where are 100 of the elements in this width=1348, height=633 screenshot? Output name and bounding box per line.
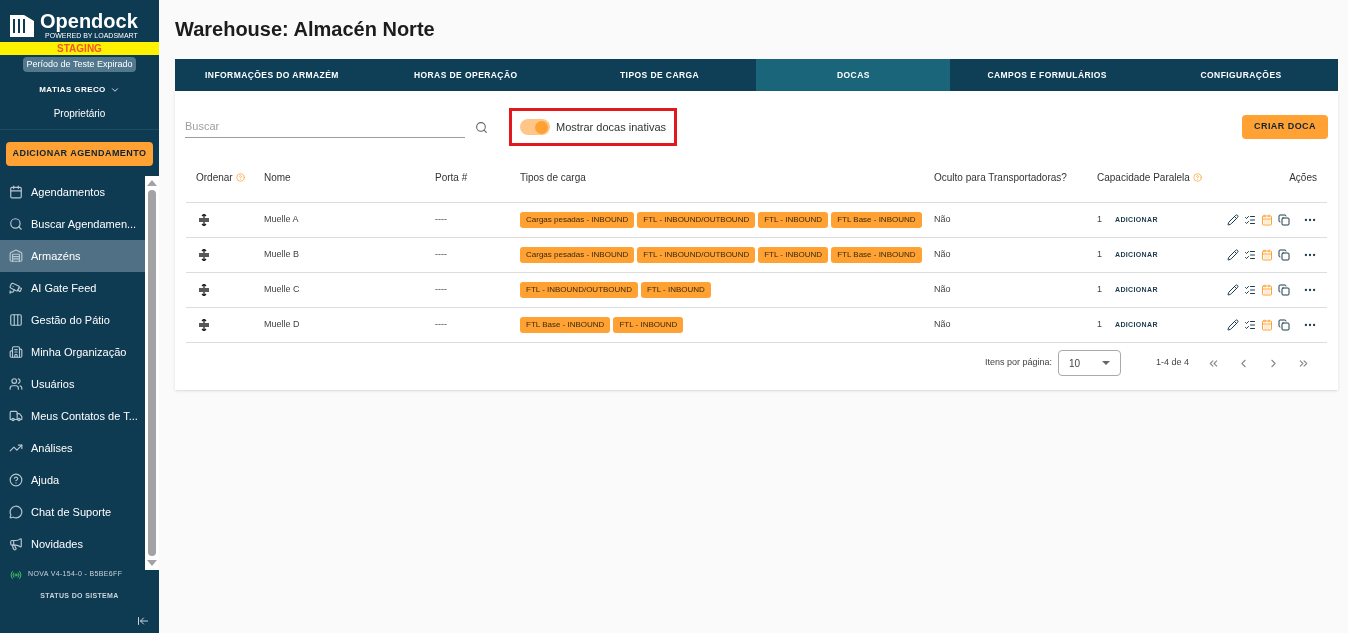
hidden-value: Não xyxy=(934,283,952,297)
items-per-page-label: Itens por página: xyxy=(984,356,1052,370)
nav-item[interactable]: AI Gate Feed xyxy=(0,272,145,304)
load-type-tag: FTL Base - INBOUND xyxy=(831,247,922,263)
edit-icon[interactable] xyxy=(1227,214,1239,226)
capacity-value: 1 xyxy=(1097,283,1102,297)
scroll-thumb[interactable] xyxy=(148,190,156,556)
dock-name: Muelle B xyxy=(264,248,300,262)
truck-icon xyxy=(9,409,23,423)
nav-item[interactable]: Usuários xyxy=(0,368,145,400)
capacity-value: 1 xyxy=(1097,318,1102,332)
page-range: 1-4 de 4 xyxy=(1155,356,1189,370)
scroll-up-icon xyxy=(147,179,157,187)
hidden-value: Não xyxy=(934,213,952,227)
dock-name: Muelle D xyxy=(264,318,301,332)
column-header: Oculto para Transportadoras? xyxy=(934,171,1067,185)
load-type-tag: FTL Base - INBOUND xyxy=(831,212,922,228)
door-number: ---- xyxy=(435,213,448,227)
nav-item[interactable]: Chat de Suporte xyxy=(0,496,145,528)
load-type-tag: FTL - INBOUND/OUTBOUND xyxy=(520,282,638,298)
list-icon[interactable] xyxy=(1244,249,1256,261)
signal-icon xyxy=(10,568,22,581)
hidden-value: Não xyxy=(934,318,952,332)
user-role: Proprietário xyxy=(52,107,107,121)
tab[interactable]: HORAS DE OPERAÇÃO xyxy=(368,59,563,91)
camera-icon xyxy=(9,281,23,295)
door-number: ---- xyxy=(435,248,448,262)
megaphone-icon xyxy=(9,537,23,551)
nav-item[interactable]: Agendamentos xyxy=(0,176,145,208)
edit-icon[interactable] xyxy=(1227,284,1239,296)
drag-handle-icon[interactable] xyxy=(198,284,210,296)
copy-icon[interactable] xyxy=(1278,214,1290,226)
dropdown-icon xyxy=(1101,361,1110,365)
help-icon xyxy=(9,473,23,487)
dock-name: Muelle A xyxy=(264,213,300,227)
nav-item[interactable]: Ajuda xyxy=(0,464,145,496)
nav-item[interactable]: Buscar Agendamen... xyxy=(0,208,145,240)
user-menu[interactable]: MATIAS GRECO xyxy=(39,84,120,96)
chevron-down-icon xyxy=(109,85,120,95)
drag-handle-icon[interactable] xyxy=(198,249,210,261)
tab[interactable]: TIPOS DE CARGA xyxy=(562,59,757,91)
columns-icon xyxy=(9,313,23,327)
tab[interactable]: CONFIGURAÇÕES xyxy=(1144,59,1338,91)
nav-item[interactable]: Meus Contatos de T... xyxy=(0,400,145,432)
column-header: Ordenar xyxy=(196,171,233,185)
page-title: Warehouse: Almacén Norte xyxy=(175,17,436,42)
capacity-value: 1 xyxy=(1097,248,1102,262)
drag-handle-icon[interactable] xyxy=(198,319,210,331)
column-header: Porta # xyxy=(435,171,468,185)
tab[interactable]: INFORMAÇÕES DO ARMAZÉM xyxy=(175,59,369,91)
nav-item[interactable]: Gestão do Pátio xyxy=(0,304,145,336)
column-header: Tipos de carga xyxy=(520,171,586,185)
create-dock-button[interactable]: CRIAR DOCA xyxy=(1242,115,1328,139)
capacity-value: 1 xyxy=(1097,213,1102,227)
nav-item[interactable]: Armazéns xyxy=(0,240,145,272)
copy-icon[interactable] xyxy=(1278,319,1290,331)
toggle-label: Mostrar docas inativas xyxy=(556,119,667,135)
toggle-switch[interactable] xyxy=(520,119,550,135)
load-type-tag: FTL - INBOUND xyxy=(613,317,684,333)
search-icon[interactable] xyxy=(475,120,488,134)
items-per-page-select[interactable]: 10 xyxy=(1057,350,1121,376)
nav-item[interactable]: Novidades xyxy=(0,528,145,560)
edit-icon[interactable] xyxy=(1227,319,1239,331)
load-type-tag: FTL - INBOUND xyxy=(758,247,829,263)
nav-item[interactable]: Análises xyxy=(0,432,145,464)
tab[interactable]: CAMPOS E FORMULÁRIOS xyxy=(950,59,1145,91)
load-type-tag: FTL - INBOUND xyxy=(640,282,711,298)
dock-name: Muelle C xyxy=(264,283,301,297)
warehouse-icon xyxy=(9,249,23,263)
add-appointment-button[interactable]: ADICIONAR AGENDAMENTO xyxy=(6,142,153,166)
edit-icon[interactable] xyxy=(1227,249,1239,261)
calendar-icon xyxy=(9,185,23,199)
load-type-tag: Cargas pesadas - INBOUND xyxy=(520,247,635,263)
nav-item[interactable]: Minha Organização xyxy=(0,336,145,368)
load-type-tag: Cargas pesadas - INBOUND xyxy=(520,212,635,228)
list-icon[interactable] xyxy=(1244,284,1256,296)
users-icon xyxy=(9,377,23,391)
load-type-tag: FTL - INBOUND xyxy=(758,212,829,228)
column-header: Capacidade Paralela xyxy=(1097,171,1190,185)
drag-handle-icon[interactable] xyxy=(198,214,210,226)
trial-badge: Período de Teste Expirado xyxy=(22,57,137,72)
list-icon[interactable] xyxy=(1244,214,1256,226)
chat-icon xyxy=(9,505,23,519)
collapse-icon[interactable] xyxy=(137,615,149,627)
building-icon xyxy=(9,345,23,359)
hidden-value: Não xyxy=(934,248,952,262)
load-type-tag: FTL Base - INBOUND xyxy=(520,317,611,333)
environment-badge: STAGING xyxy=(0,42,159,55)
column-header: Ações xyxy=(1289,171,1317,185)
list-icon[interactable] xyxy=(1244,319,1256,331)
copy-icon[interactable] xyxy=(1278,284,1290,296)
search-field[interactable]: Buscar xyxy=(185,116,465,138)
load-type-tag: FTL - INBOUND/OUTBOUND xyxy=(637,247,756,263)
copy-icon[interactable] xyxy=(1278,249,1290,261)
door-number: ---- xyxy=(435,283,448,297)
tab[interactable]: DOCAS xyxy=(756,59,951,91)
column-header: Nome xyxy=(264,171,291,185)
door-number: ---- xyxy=(435,318,448,332)
scroll-down-icon xyxy=(147,559,157,567)
search-icon xyxy=(9,217,23,231)
